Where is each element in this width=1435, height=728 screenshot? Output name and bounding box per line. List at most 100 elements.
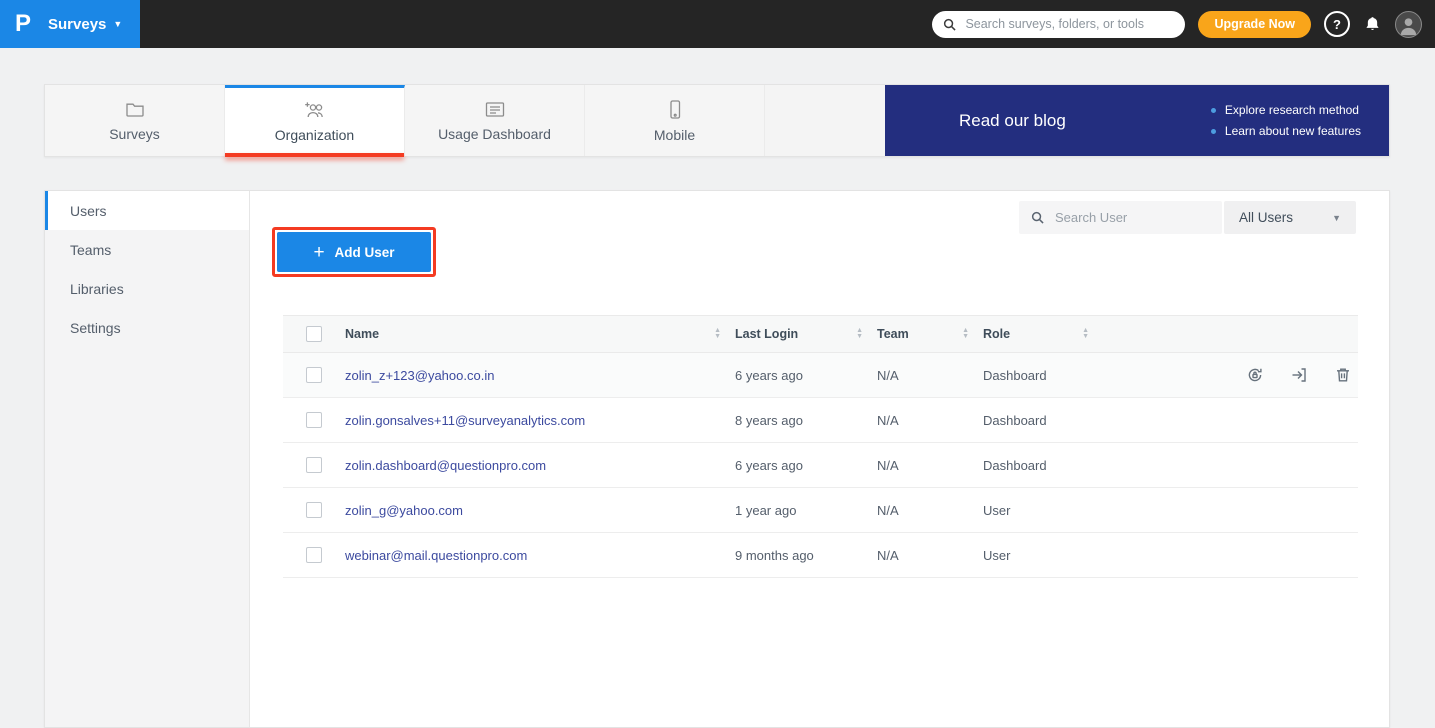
header-label: Name: [345, 327, 379, 341]
team-cell: N/A: [877, 503, 983, 518]
table-row: zolin_z+123@yahoo.co.in 6 years agoN/ADas…: [283, 353, 1358, 398]
role-cell: User: [983, 503, 1103, 518]
users-table: Name Last Login Team Role zolin_: [283, 315, 1358, 578]
product-switcher[interactable]: P Surveys: [0, 0, 140, 48]
last-login-cell: 1 year ago: [735, 503, 877, 518]
global-search-input[interactable]: [963, 16, 1174, 32]
banner-bullet: Learn about new features: [1211, 124, 1361, 138]
header-label: Last Login: [735, 327, 798, 341]
team-cell: N/A: [877, 548, 983, 563]
topbar-right-cluster: Upgrade Now ?: [932, 11, 1435, 38]
chevron-down-icon: [1332, 213, 1341, 223]
role-cell: Dashboard: [983, 368, 1103, 383]
tab-organization[interactable]: Organization: [225, 85, 405, 156]
user-search-input[interactable]: [1053, 209, 1233, 226]
chevron-down-icon: [113, 19, 122, 29]
column-header-team[interactable]: Team: [877, 327, 983, 341]
select-all-checkbox[interactable]: [306, 326, 322, 342]
team-cell: N/A: [877, 458, 983, 473]
org-sidebar: Users Teams Libraries Settings: [45, 191, 250, 727]
sort-icon[interactable]: [714, 328, 721, 340]
table-row: zolin.gonsalves+11@surveyanalytics.com 8 …: [283, 398, 1358, 443]
upgrade-now-button[interactable]: Upgrade Now: [1198, 11, 1311, 38]
last-login-cell: 9 months ago: [735, 548, 877, 563]
tab-label: Organization: [275, 127, 354, 143]
column-header-name[interactable]: Name: [345, 327, 735, 341]
team-cell: N/A: [877, 413, 983, 428]
row-actions: [1208, 366, 1358, 384]
mobile-icon: [665, 99, 685, 120]
row-checkbox[interactable]: [306, 547, 322, 563]
user-search: [1019, 201, 1222, 234]
table-row: zolin_g@yahoo.com 1 year agoN/AUser: [283, 488, 1358, 533]
organization-icon: [303, 101, 327, 120]
user-email-link[interactable]: webinar@mail.questionpro.com: [345, 548, 527, 563]
row-checkbox[interactable]: [306, 457, 322, 473]
header-label: Role: [983, 327, 1010, 341]
role-cell: Dashboard: [983, 413, 1103, 428]
last-login-cell: 6 years ago: [735, 368, 877, 383]
user-email-link[interactable]: zolin_z+123@yahoo.co.in: [345, 368, 494, 383]
banner-bullets: Explore research method Learn about new …: [1211, 103, 1361, 138]
notifications-bell-icon[interactable]: [1363, 15, 1382, 34]
filter-label: All Users: [1239, 210, 1293, 225]
role-cell: User: [983, 548, 1103, 563]
row-checkbox[interactable]: [306, 412, 322, 428]
row-checkbox[interactable]: [306, 502, 322, 518]
sort-icon[interactable]: [962, 328, 969, 340]
topbar: P Surveys Upgrade Now ?: [0, 0, 1435, 48]
folder-icon: [124, 99, 146, 119]
table-row: zolin.dashboard@questionpro.com 6 years a…: [283, 443, 1358, 488]
bullet-dot-icon: [1211, 108, 1216, 113]
row-checkbox[interactable]: [306, 367, 322, 383]
banner-bullet: Explore research method: [1211, 103, 1361, 117]
header-label: Team: [877, 327, 909, 341]
banner-title[interactable]: Read our blog: [959, 111, 1066, 131]
last-login-cell: 6 years ago: [735, 458, 877, 473]
column-header-role[interactable]: Role: [983, 327, 1103, 341]
tab-usage-dashboard[interactable]: Usage Dashboard: [405, 85, 585, 156]
user-controls: All Users: [1019, 201, 1356, 234]
add-user-label: Add User: [335, 245, 395, 260]
sidebar-item-teams[interactable]: Teams: [45, 230, 249, 269]
delete-user-icon[interactable]: [1334, 366, 1352, 384]
column-header-last-login[interactable]: Last Login: [735, 327, 877, 341]
sort-icon[interactable]: [856, 328, 863, 340]
questionpro-logo-icon: P: [0, 10, 46, 38]
help-button[interactable]: ?: [1324, 11, 1350, 37]
section-tabs: Surveys Organization Usage Dashboard Mob…: [44, 84, 1390, 157]
search-icon: [1031, 211, 1044, 224]
table-header-row: Name Last Login Team Role: [283, 315, 1358, 353]
blog-banner[interactable]: Read our blog Explore research method Le…: [885, 85, 1389, 156]
user-table-body: zolin_z+123@yahoo.co.in6 years agoN/ADas…: [283, 353, 1358, 578]
bullet-text: Explore research method: [1225, 103, 1359, 117]
reset-password-icon[interactable]: [1246, 366, 1264, 384]
login-as-user-icon[interactable]: [1290, 366, 1308, 384]
user-email-link[interactable]: zolin_g@yahoo.com: [345, 503, 463, 518]
organization-panel: Users Teams Libraries Settings All Users…: [44, 190, 1390, 728]
users-content: All Users Add User Name Last Login: [250, 191, 1389, 727]
table-row: webinar@mail.questionpro.com 9 months ago…: [283, 533, 1358, 578]
product-name: Surveys: [48, 16, 106, 33]
bullet-dot-icon: [1211, 129, 1216, 134]
user-email-link[interactable]: zolin.gonsalves+11@surveyanalytics.com: [345, 413, 585, 428]
tab-surveys[interactable]: Surveys: [45, 85, 225, 156]
user-filter-dropdown[interactable]: All Users: [1224, 201, 1356, 234]
add-user-button[interactable]: Add User: [277, 232, 431, 272]
sidebar-item-settings[interactable]: Settings: [45, 308, 249, 347]
add-user-annotation-box: Add User: [272, 227, 436, 277]
search-icon: [943, 18, 956, 31]
user-avatar[interactable]: [1395, 11, 1422, 38]
user-email-link[interactable]: zolin.dashboard@questionpro.com: [345, 458, 546, 473]
sidebar-item-users[interactable]: Users: [45, 191, 249, 230]
plus-icon: [313, 243, 324, 262]
tab-label: Mobile: [654, 127, 695, 143]
team-cell: N/A: [877, 368, 983, 383]
sidebar-item-libraries[interactable]: Libraries: [45, 269, 249, 308]
tab-label: Usage Dashboard: [438, 126, 551, 142]
tab-mobile[interactable]: Mobile: [585, 85, 765, 156]
last-login-cell: 8 years ago: [735, 413, 877, 428]
global-search: [932, 11, 1185, 38]
role-cell: Dashboard: [983, 458, 1103, 473]
sort-icon[interactable]: [1082, 328, 1089, 340]
